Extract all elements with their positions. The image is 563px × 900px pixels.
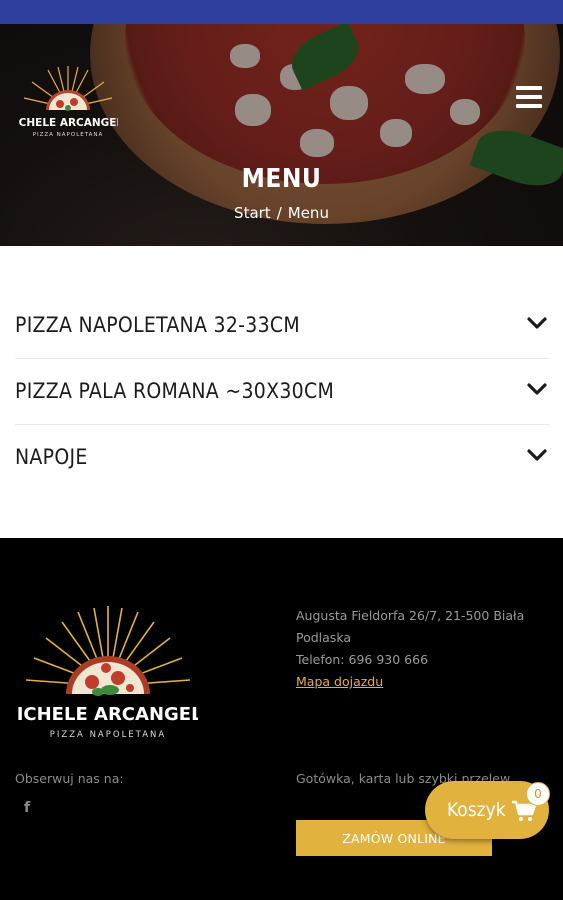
status-bar [0, 0, 563, 24]
breadcrumb-current: Menu [287, 204, 329, 222]
menu-category-pizza-pala-romana[interactable]: PIZZA PALA ROMANA ~30X30CM [15, 358, 549, 425]
svg-text:MICHELE ARCANGELO: MICHELE ARCANGELO [18, 704, 198, 725]
svg-text:PIZZA NAPOLETANA: PIZZA NAPOLETANA [33, 132, 104, 138]
menu-category-napoje[interactable]: NAPOJE [15, 424, 549, 490]
follow-label: Obserwuj nas na: [15, 771, 124, 786]
hamburger-menu-icon[interactable] [516, 86, 542, 108]
contact-info: Augusta Fieldorfa 26/7, 21-500 Biała Pod… [296, 605, 546, 693]
chevron-down-icon [527, 383, 547, 395]
phone: Telefon: 696 930 666 [296, 652, 429, 667]
chevron-down-icon [527, 449, 547, 461]
map-link[interactable]: Mapa dojazdu [296, 674, 383, 689]
svg-text:MICHELE ARCANGELO: MICHELE ARCANGELO [18, 117, 118, 129]
facebook-icon[interactable]: f [24, 800, 30, 816]
page-title: MENU [241, 164, 322, 194]
menu-category-pizza-napoletana[interactable]: PIZZA NAPOLETANA 32-33CM [15, 292, 549, 359]
menu-category-list: PIZZA NAPOLETANA 32-33CM PIZZA PALA ROMA… [0, 246, 563, 538]
breadcrumb: Start / Menu [0, 204, 563, 222]
cart-count-badge: 0 [526, 782, 550, 806]
footer: MICHELE ARCANGELO PIZZA NAPOLETANA Augus… [0, 538, 563, 900]
address-line-2: Podlaska [296, 630, 351, 645]
svg-text:PIZZA NAPOLETANA: PIZZA NAPOLETANA [50, 730, 166, 740]
footer-logo: MICHELE ARCANGELO PIZZA NAPOLETANA [18, 606, 198, 740]
chevron-down-icon [527, 317, 547, 329]
logo[interactable]: MICHELE ARCANGELO PIZZA NAPOLETANA [18, 64, 118, 142]
address-line-1: Augusta Fieldorfa 26/7, 21-500 Biała [296, 608, 525, 623]
breadcrumb-separator: / [276, 204, 282, 222]
category-label: PIZZA PALA ROMANA ~30X30CM [15, 379, 335, 403]
breadcrumb-start-link[interactable]: Start [234, 204, 271, 222]
category-label: PIZZA NAPOLETANA 32-33CM [15, 313, 300, 337]
cart-label: Koszyk [447, 799, 506, 821]
hero-banner: MICHELE ARCANGELO PIZZA NAPOLETANA MENU … [0, 24, 563, 246]
category-label: NAPOJE [15, 445, 88, 469]
